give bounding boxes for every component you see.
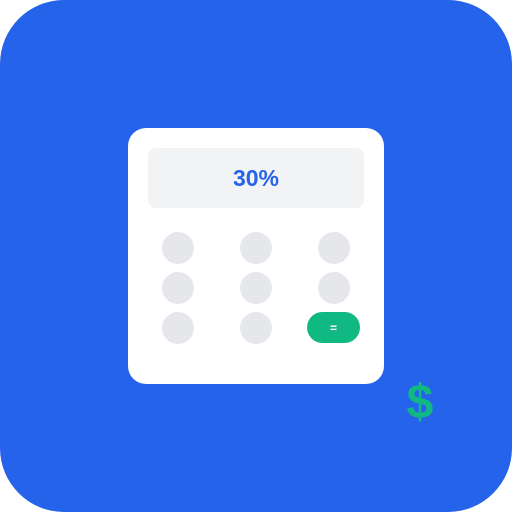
calculator-key [318, 232, 350, 264]
calculator-card: 30% = [128, 128, 384, 384]
display-value: 30% [232, 164, 280, 191]
calculator-key [240, 232, 272, 264]
calculator-key [318, 272, 350, 304]
dollar-sign-icon: $ [406, 376, 434, 429]
app-icon-background: 30% = $ [0, 0, 512, 512]
calculator-key [240, 272, 272, 304]
calculator-key [162, 272, 194, 304]
calculator-key [162, 232, 194, 264]
calculator-key [162, 312, 194, 344]
equals-key: = [307, 312, 360, 343]
calculator-display: 30% [148, 148, 364, 208]
calculator-key [240, 312, 272, 344]
equals-label: = [329, 320, 337, 335]
